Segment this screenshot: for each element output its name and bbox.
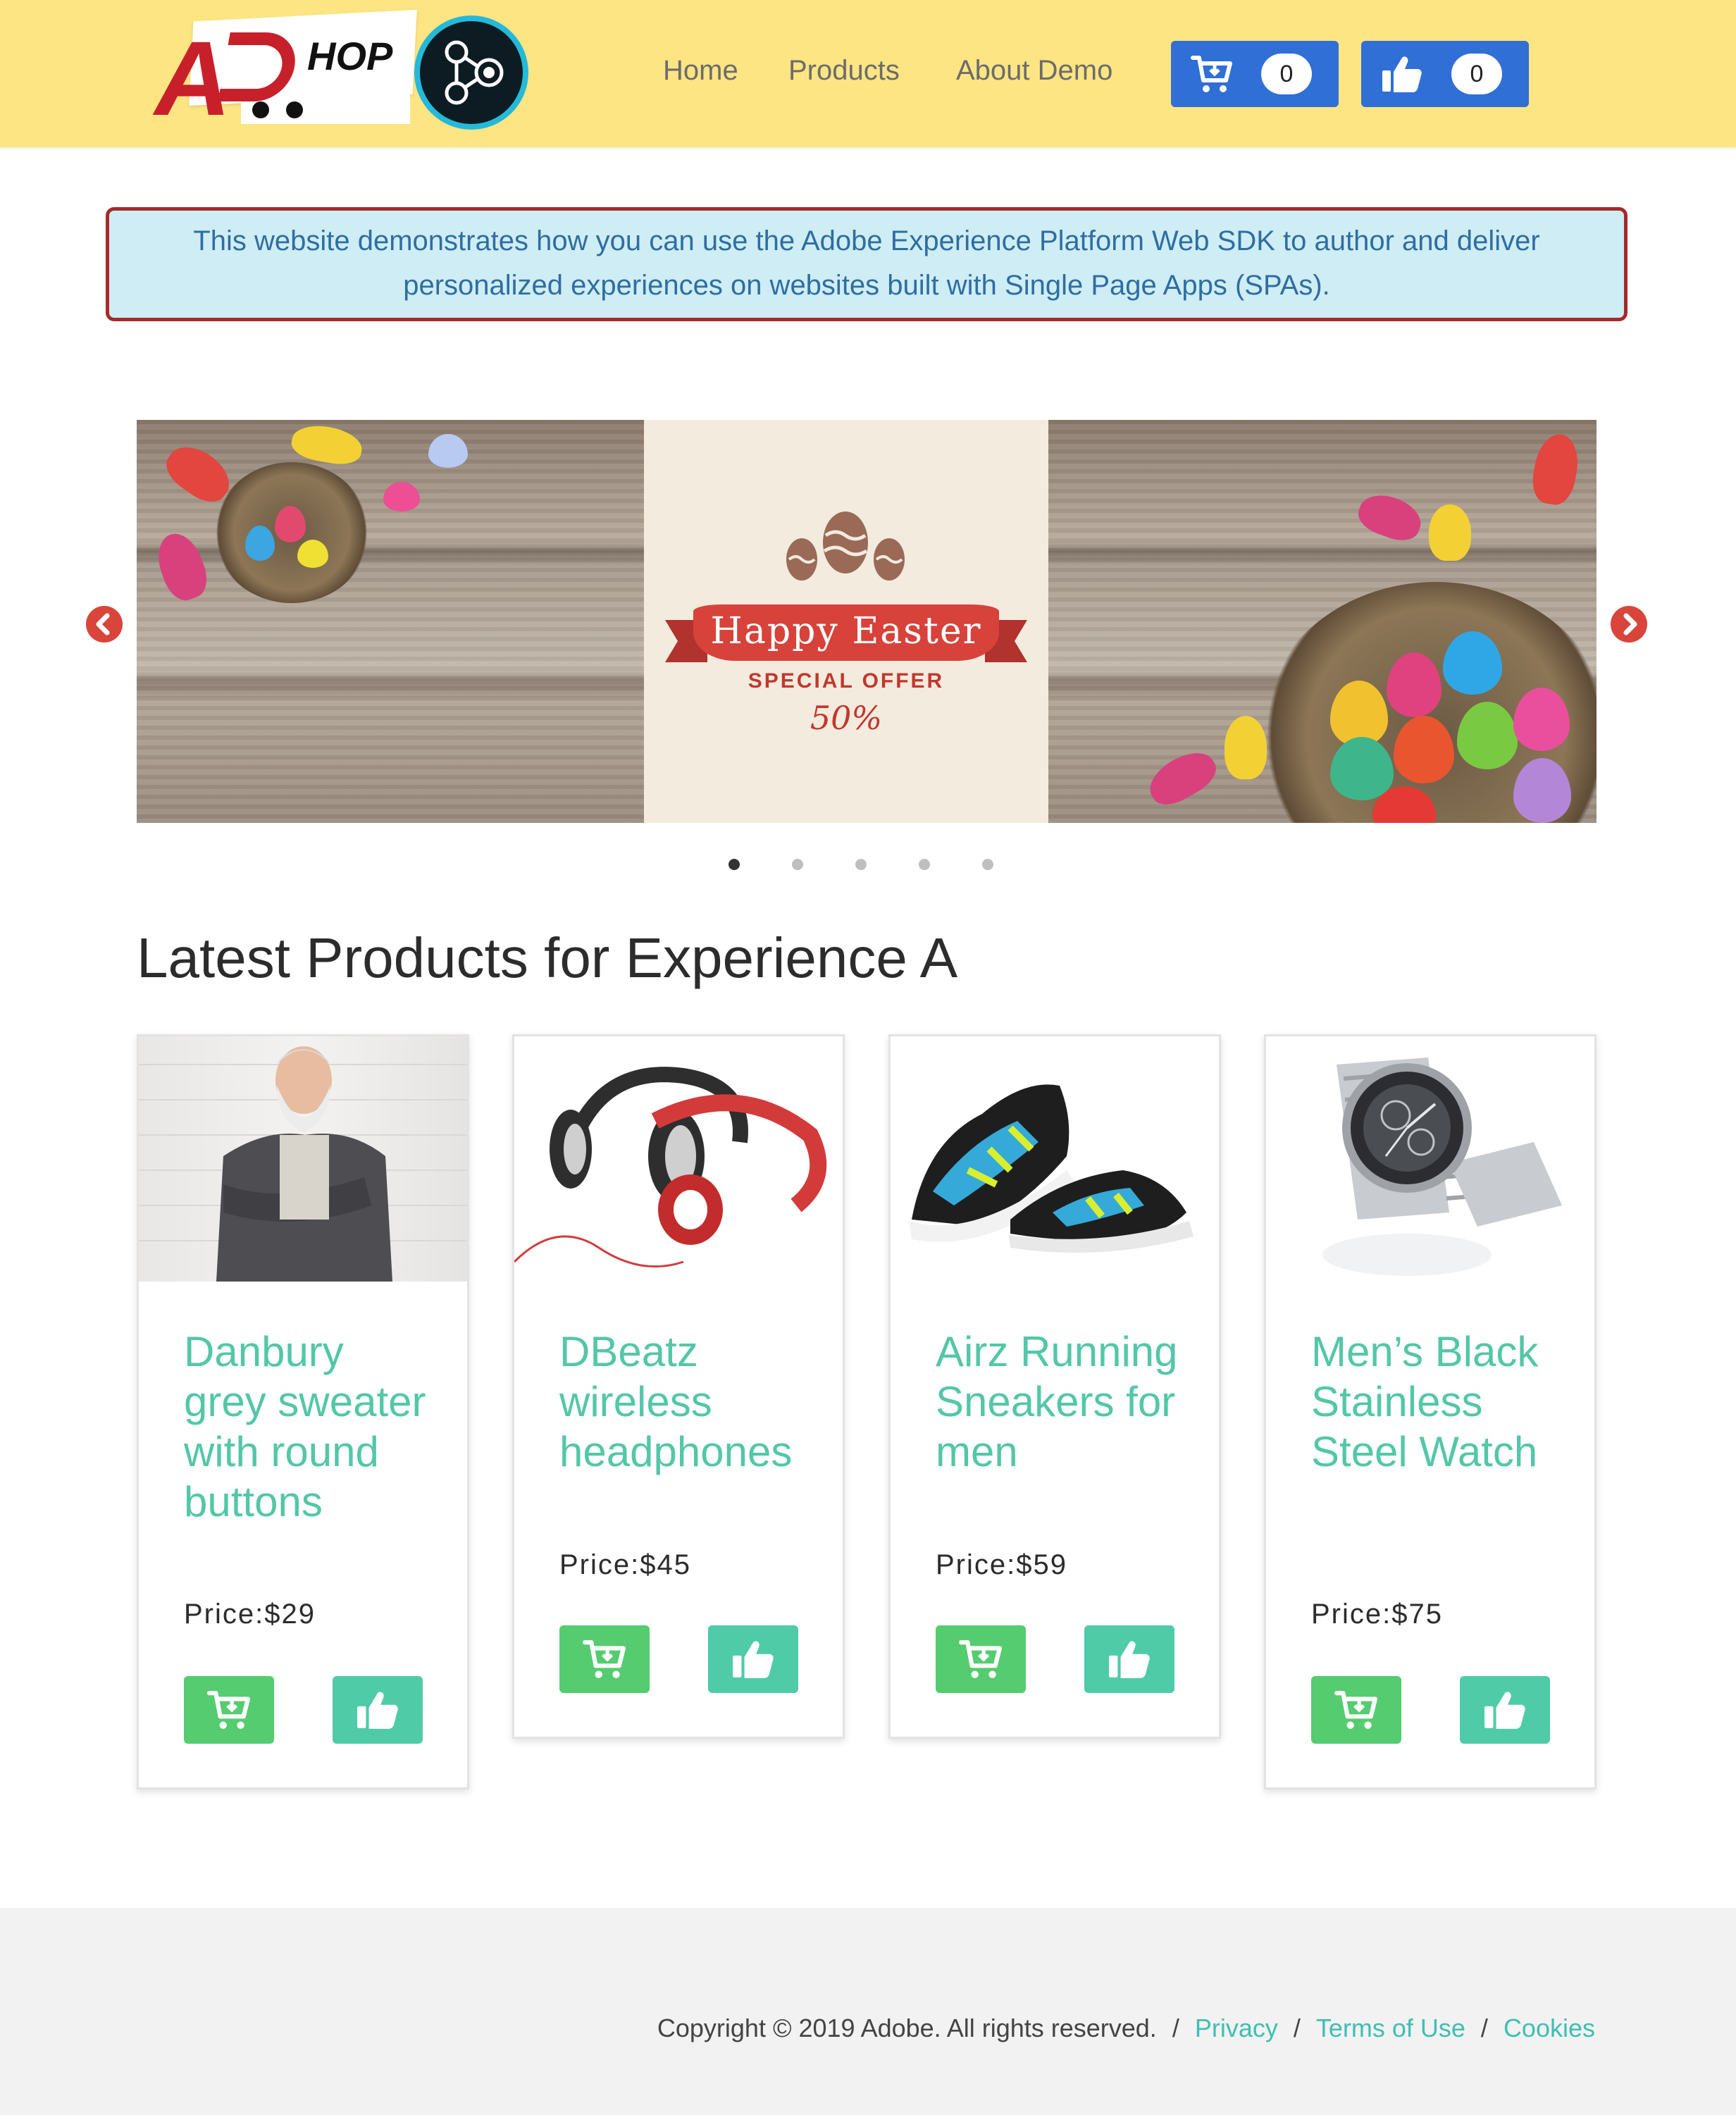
carousel-dot-1[interactable] bbox=[728, 859, 740, 870]
carousel-dot-4[interactable] bbox=[919, 859, 930, 870]
thumbs-up-icon bbox=[733, 1641, 774, 1678]
chevron-left-icon bbox=[96, 613, 110, 635]
web-sdk-logo-icon bbox=[414, 15, 528, 130]
product-price: Price:$59 bbox=[936, 1549, 1067, 1580]
add-to-cart-button[interactable] bbox=[936, 1625, 1026, 1693]
nav-home[interactable]: Home bbox=[663, 56, 738, 85]
web-sdk-logo-inner bbox=[420, 21, 523, 124]
headphones-image bbox=[514, 1067, 827, 1268]
footer-separator: / bbox=[1293, 2014, 1301, 2042]
easter-eggs-icon bbox=[786, 511, 905, 581]
product-title[interactable]: Airz Running Sneakers for men bbox=[936, 1327, 1189, 1477]
cart-wheel-icon bbox=[252, 101, 269, 118]
carousel-dots bbox=[728, 859, 1010, 873]
product-price: Price:$75 bbox=[1311, 1599, 1443, 1630]
product-image[interactable] bbox=[139, 1036, 467, 1282]
product-card: Airz Running Sneakers for men Price:$59 bbox=[888, 1034, 1221, 1739]
section-title: Latest Products for Experience A bbox=[137, 926, 958, 989]
carousel-wood-right bbox=[1048, 420, 1596, 823]
like-count-badge: 0 bbox=[1451, 54, 1502, 94]
product-image[interactable] bbox=[1266, 1036, 1594, 1282]
thumbs-up-icon bbox=[357, 1692, 398, 1729]
product-price: Price:$29 bbox=[184, 1599, 316, 1630]
tulip-icon bbox=[1141, 743, 1223, 813]
like-button[interactable] bbox=[1460, 1676, 1550, 1744]
thumbs-up-icon bbox=[1382, 56, 1422, 92]
cart-icon bbox=[1191, 56, 1232, 92]
product-image[interactable] bbox=[891, 1036, 1219, 1282]
product-title[interactable]: DBeatz wireless headphones bbox=[559, 1327, 813, 1477]
banner-discount: 50% bbox=[810, 699, 883, 737]
thumbs-up-icon bbox=[1484, 1692, 1525, 1729]
cart-icon bbox=[1334, 1691, 1377, 1729]
tulip-icon bbox=[1528, 430, 1583, 508]
tulip-icon bbox=[289, 421, 365, 469]
product-title[interactable]: Men’s Black Stainless Steel Watch bbox=[1311, 1327, 1565, 1477]
easter-offer-banner[interactable]: Happy Easter SPECIAL OFFER 50% bbox=[644, 420, 1048, 823]
egg-icon bbox=[297, 540, 328, 568]
egg-icon bbox=[383, 482, 420, 511]
network-nodes-icon bbox=[445, 40, 504, 105]
thumbs-up-icon bbox=[1109, 1641, 1150, 1678]
product-card: Danbury grey sweater with round buttons … bbox=[137, 1034, 469, 1790]
add-to-cart-button[interactable] bbox=[559, 1625, 650, 1693]
like-counter-button[interactable]: 0 bbox=[1361, 41, 1529, 107]
carousel-dot-3[interactable] bbox=[855, 859, 867, 870]
cart-icon bbox=[582, 1640, 626, 1678]
egg-icon bbox=[428, 434, 468, 468]
tulip-icon bbox=[150, 527, 213, 606]
add-to-cart-button[interactable] bbox=[1311, 1676, 1401, 1744]
carousel-prev-button[interactable] bbox=[86, 606, 123, 643]
sneakers-image bbox=[909, 1084, 1194, 1253]
tulip-icon bbox=[1353, 488, 1427, 547]
product-card: Men’s Black Stainless Steel Watch Price:… bbox=[1264, 1034, 1596, 1790]
banner-subtitle: SPECIAL OFFER bbox=[748, 669, 945, 693]
info-alert: This website demonstrates how you can us… bbox=[106, 207, 1628, 321]
cart-wheel-icon bbox=[286, 101, 303, 118]
cart-counter-button[interactable]: 0 bbox=[1171, 41, 1339, 107]
like-button[interactable] bbox=[1084, 1625, 1174, 1693]
cart-icon bbox=[958, 1640, 1002, 1678]
footer-separator: / bbox=[1480, 2014, 1488, 2042]
watch-image bbox=[1322, 1058, 1562, 1276]
nav-products[interactable]: Products bbox=[788, 56, 900, 85]
chevron-right-icon bbox=[1623, 613, 1637, 635]
carousel-dot-5[interactable] bbox=[982, 859, 993, 870]
carousel-wood-left bbox=[137, 420, 644, 823]
carousel-next-button[interactable] bbox=[1611, 606, 1647, 643]
alert-text-line-2: personalized experiences on websites bui… bbox=[403, 270, 1330, 301]
like-button[interactable] bbox=[708, 1625, 798, 1693]
footer-link-cookies[interactable]: Cookies bbox=[1504, 2014, 1595, 2042]
footer-separator: / bbox=[1172, 2014, 1179, 2042]
alert-text-line-1: This website demonstrates how you can us… bbox=[193, 225, 1540, 256]
cart-count-badge: 0 bbox=[1261, 54, 1312, 94]
logo-text: HOP bbox=[307, 34, 393, 78]
nav-about-demo[interactable]: About Demo bbox=[956, 56, 1112, 85]
sweater-model-image bbox=[139, 1046, 467, 1282]
product-card: DBeatz wireless headphones Price:$45 bbox=[512, 1034, 845, 1739]
site-header: A HOP Home Products About Demo 0 0 bbox=[0, 0, 1736, 147]
hero-carousel[interactable]: Happy Easter SPECIAL OFFER 50% bbox=[137, 420, 1596, 823]
product-title[interactable]: Danbury grey sweater with round buttons bbox=[184, 1327, 438, 1527]
product-price: Price:$45 bbox=[559, 1549, 691, 1580]
shop-logo[interactable]: A HOP bbox=[146, 9, 418, 137]
add-to-cart-button[interactable] bbox=[184, 1676, 274, 1744]
cart-icon bbox=[206, 1691, 250, 1729]
footer-copyright: Copyright © 2019 Adobe. All rights reser… bbox=[657, 2014, 1157, 2042]
footer-link-privacy[interactable]: Privacy bbox=[1195, 2014, 1278, 2042]
footer-line: Copyright © 2019 Adobe. All rights reser… bbox=[657, 2014, 1595, 2043]
banner-title: Happy Easter bbox=[710, 610, 982, 652]
tulip-icon bbox=[1429, 504, 1471, 561]
site-footer: Copyright © 2019 Adobe. All rights reser… bbox=[0, 1908, 1736, 2115]
product-image[interactable] bbox=[514, 1036, 843, 1282]
footer-link-terms-of-use[interactable]: Terms of Use bbox=[1316, 2014, 1465, 2042]
like-button[interactable] bbox=[333, 1676, 423, 1744]
carousel-dot-2[interactable] bbox=[792, 859, 803, 870]
